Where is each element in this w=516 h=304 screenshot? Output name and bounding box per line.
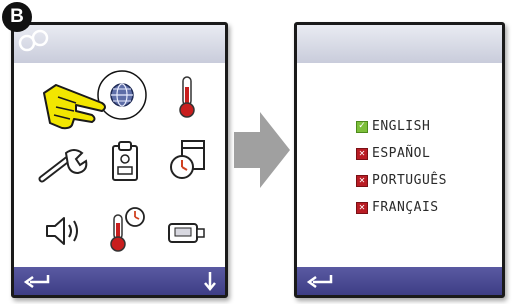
device-screen-language: ✓ ENGLISH ✕ ESPAÑOL ✕ PORTUGUÊS ✕ FRANÇA… — [294, 22, 505, 298]
down-arrow-icon[interactable] — [202, 270, 218, 292]
accessory-icon — [18, 29, 49, 52]
language-option[interactable]: ✕ ESPAÑOL — [356, 140, 447, 167]
language-label: ESPAÑOL — [372, 146, 431, 161]
language-label: ENGLISH — [372, 119, 431, 134]
checkbox-checked-icon: ✓ — [356, 120, 368, 133]
back-arrow-icon[interactable] — [305, 271, 335, 291]
clipboard-icon[interactable] — [110, 140, 140, 182]
bottom-nav-bar — [297, 267, 502, 295]
checkbox-unchecked-icon: ✕ — [356, 147, 368, 160]
usb-icon[interactable] — [167, 221, 207, 245]
speaker-icon[interactable] — [44, 215, 86, 247]
thermometer-clock-icon[interactable] — [108, 205, 148, 253]
device-screen-menu — [11, 22, 228, 298]
step-badge: B — [2, 2, 32, 32]
language-option[interactable]: ✕ FRANÇAIS — [356, 194, 447, 221]
language-label: PORTUGUÊS — [372, 173, 447, 188]
checkbox-unchecked-icon: ✕ — [356, 201, 368, 214]
bottom-nav-bar — [14, 267, 225, 295]
wrench-icon[interactable] — [38, 147, 88, 183]
thermometer-icon[interactable] — [175, 75, 199, 119]
right-arrow-icon — [234, 112, 290, 188]
language-list: ✓ ENGLISH ✕ ESPAÑOL ✕ PORTUGUÊS ✕ FRANÇA… — [356, 113, 447, 221]
back-arrow-icon[interactable] — [22, 271, 52, 291]
language-option[interactable]: ✕ PORTUGUÊS — [356, 167, 447, 194]
language-option[interactable]: ✓ ENGLISH — [356, 113, 447, 140]
checkbox-unchecked-icon: ✕ — [356, 174, 368, 187]
language-label: FRANÇAIS — [372, 200, 439, 215]
pointing-hand-icon — [43, 84, 106, 130]
clock-calendar-icon[interactable] — [168, 139, 208, 181]
top-status-bar — [14, 25, 225, 63]
top-status-bar — [297, 25, 502, 63]
